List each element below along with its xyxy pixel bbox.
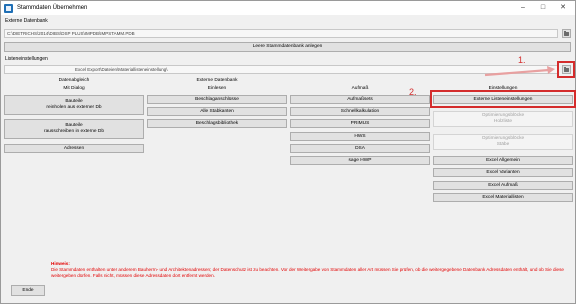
folder-icon xyxy=(564,30,569,36)
minimize-icon[interactable]: – xyxy=(513,1,533,15)
stammdaten-window: Stammdaten Übernehmen – □ ✕ Externe Date… xyxy=(0,0,576,304)
annotation-box-1 xyxy=(557,61,575,78)
leere-stammdatenbank-button[interactable]: Leere Stammdatenbank anlegen xyxy=(4,42,571,52)
excel-materiallisten-button[interactable]: Excel Materiallisten xyxy=(433,193,573,202)
excel-varianten-button[interactable]: Excel Varianten xyxy=(433,168,573,177)
ende-button[interactable]: Ende xyxy=(11,285,45,296)
primus-button[interactable]: PRIMUS xyxy=(290,119,430,128)
alle-stabkanten-button[interactable]: Alle Stabkanten xyxy=(147,107,287,116)
hinweis-body: Die Stammdaten enthalten unter anderem B… xyxy=(51,267,564,278)
annotation-number-1: 1. xyxy=(518,55,526,65)
annotation-box-2 xyxy=(430,90,576,108)
bauteile-reinholen-line2: reinholen aus externer Db xyxy=(46,105,102,110)
opt-holzliste-line2: Holzliste xyxy=(493,119,513,124)
schnellkalkulation-button[interactable]: Schnellkalkulation xyxy=(290,107,430,116)
externe-db-label: Externe Datenbank xyxy=(5,18,48,24)
einlesen-header: Einlesen xyxy=(207,86,227,91)
hinweis-title: Hinweis: xyxy=(51,261,70,266)
close-icon[interactable]: ✕ xyxy=(553,1,573,15)
browse-db-button[interactable] xyxy=(562,29,571,38)
optimierungsbloecke-holzliste-button[interactable]: Optimierungsblöcke Holzliste xyxy=(433,111,573,127)
excel-allgemein-button[interactable]: Excel Allgemein xyxy=(433,156,573,165)
dsa-button[interactable]: DSA xyxy=(290,144,430,153)
opt-staebe-line2: Stäbe xyxy=(496,142,510,147)
hinweis-text: Hinweis: Die Stammdaten enthalten unter … xyxy=(51,261,571,279)
app-icon xyxy=(4,3,13,13)
adressen-button[interactable]: Adressen xyxy=(4,144,144,153)
excel-aufmass-button[interactable]: Excel Aufmaß xyxy=(433,181,573,190)
window-title: Stammdaten Übernehmen xyxy=(17,5,88,11)
sage-hwp-button[interactable]: sage HWP xyxy=(290,156,430,165)
externe-db-path-field[interactable]: C:\DIETRICHS\2014\DIBS\DSP PLUS\IMPDB\IM… xyxy=(4,29,558,38)
listeneinstellungen-path-field[interactable]: Excel Export\Dateien\Materiallisteneinst… xyxy=(4,65,558,74)
listeneinstellungen-label: Listeneinstellungen xyxy=(5,56,48,62)
hws-button[interactable]: HWS xyxy=(290,132,430,141)
optimierungsbloecke-staebe-button[interactable]: Optimierungsblöcke Stäbe xyxy=(433,134,573,150)
externe-db-header: Externe Datenbank xyxy=(196,78,238,83)
bauteile-rausschreiben-button[interactable]: Bauteile rausschreiben in externe Db xyxy=(4,119,144,139)
bauteile-reinholen-button[interactable]: Bauteile reinholen aus externer Db xyxy=(4,95,144,115)
beschlagsbibliothek-button[interactable]: Beschlagsbibliothek xyxy=(147,119,287,128)
datenabgleich-header: Datenabgleich xyxy=(58,78,90,83)
bauteile-rausschreiben-line2: rausschreiben in externe Db xyxy=(44,129,104,134)
annotation-number-2: 2. xyxy=(409,87,417,97)
mit-dialog-header: Mit Dialog xyxy=(63,86,85,91)
title-bar: Stammdaten Übernehmen – □ ✕ xyxy=(1,1,575,15)
beschlaganschluesse-button[interactable]: Beschlaganschlüsse xyxy=(147,95,287,104)
maximize-icon[interactable]: □ xyxy=(533,1,553,15)
annotation-arrow-icon xyxy=(484,66,555,77)
